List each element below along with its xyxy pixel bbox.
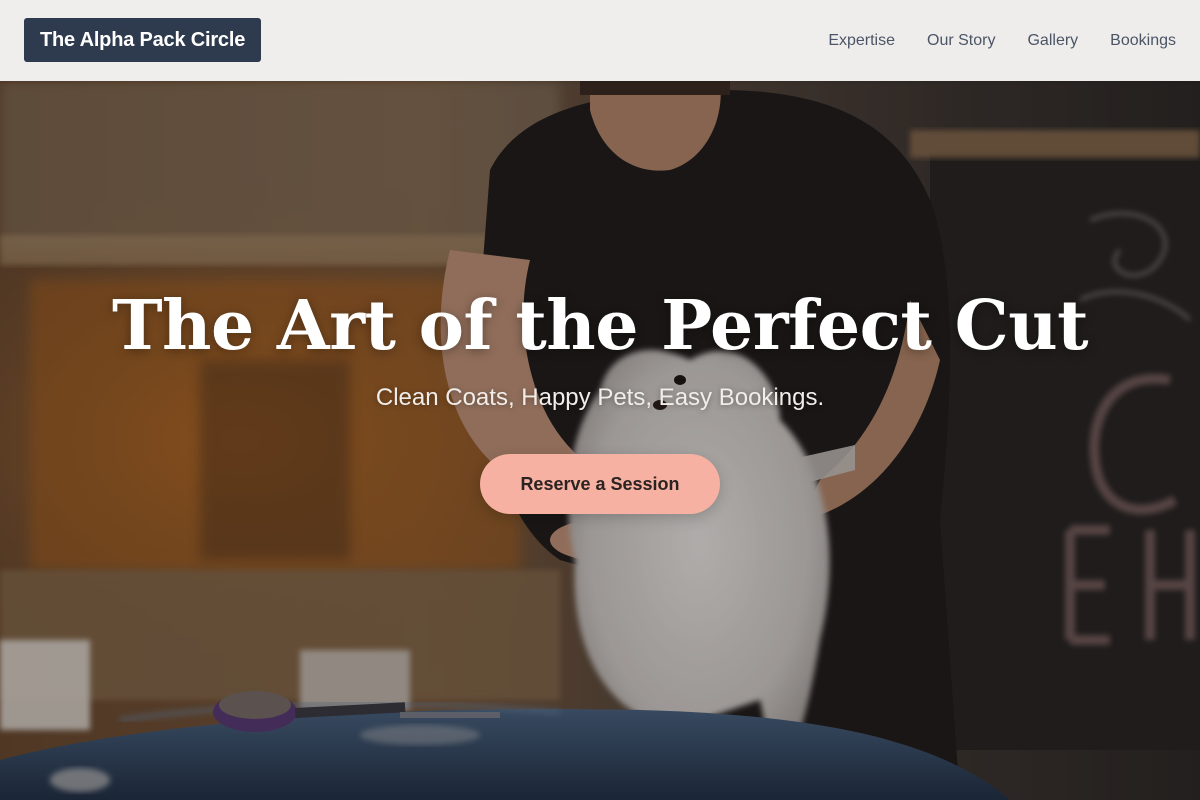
site-header: The Alpha Pack Circle Expertise Our Stor… (0, 0, 1200, 81)
reserve-session-button[interactable]: Reserve a Session (480, 454, 720, 514)
nav-link-expertise[interactable]: Expertise (828, 32, 895, 50)
nav-link-our-story[interactable]: Our Story (927, 32, 995, 50)
main-nav: Expertise Our Story Gallery Bookings (828, 0, 1176, 81)
nav-link-bookings[interactable]: Bookings (1110, 32, 1176, 50)
hero-subtitle: Clean Coats, Happy Pets, Easy Bookings. (375, 384, 825, 411)
page: The Alpha Pack Circle Expertise Our Stor… (0, 0, 1200, 800)
nav-link-gallery[interactable]: Gallery (1027, 32, 1078, 50)
brand-logo[interactable]: The Alpha Pack Circle (24, 18, 262, 62)
hero-content: The Art of the Perfect Cut Clean Coats, … (0, 280, 1200, 514)
hero-title: The Art of the Perfect Cut (111, 286, 1089, 366)
